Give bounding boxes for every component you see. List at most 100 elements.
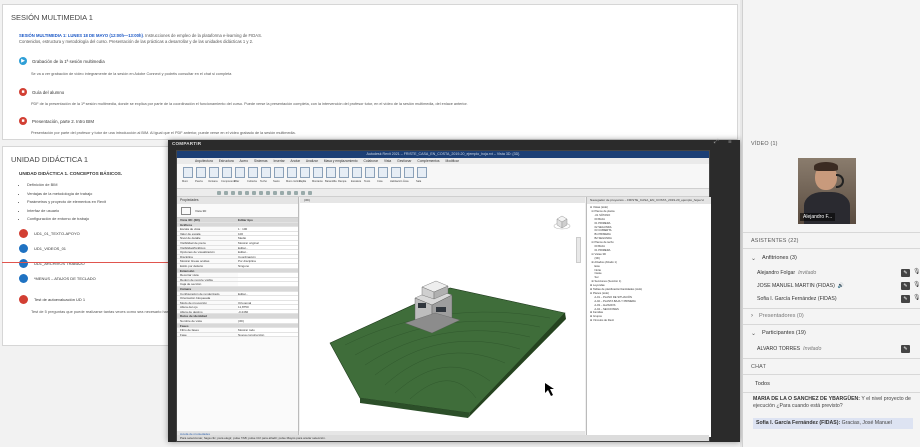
tab-modificar[interactable]: Modificar [445,159,458,163]
participants-section[interactable]: ⌄ Participantes (19) [743,327,920,339]
ribbon-tool-icon[interactable] [287,167,297,178]
toolbar-icon[interactable] [252,191,256,195]
options-bar [177,189,709,197]
fullscreen-icon[interactable]: ⤢ [714,139,719,146]
toolbar-icon[interactable] [280,191,284,195]
toolbar-icon[interactable] [217,191,221,195]
toolbar-icon[interactable] [259,191,263,195]
ribbon-tool-icon[interactable] [261,167,271,178]
chevron-down-icon: ⌄ [751,255,757,262]
unit-title: UNIDAD DIDÁCTICA 1. CONCEPTOS BÁSICOS. [19,171,123,176]
session-contents: Contenidos, estructura y metodología del… [19,39,254,44]
attendee-row[interactable]: JOSE MANUEL MARTIN (FIDAS) 🔊 [743,280,920,292]
ribbon-tool-label: Habitación [390,180,403,183]
presenter-video[interactable]: Alejandro F... [798,158,856,224]
ribbon-tool-label: Puerta [195,180,203,183]
toolbar-icon[interactable] [294,191,298,195]
tab-insertar[interactable]: Insertar [274,159,285,163]
ribbon-tool-icon[interactable] [248,167,258,178]
chat-message: Sofia I. García Fernández (FIDAS): Graci… [753,418,913,430]
chat-title: CHAT [751,364,767,370]
tab-analizar[interactable]: Analizar [306,159,318,163]
microphone-icon[interactable]: 🎙 [913,268,920,277]
edit-icon[interactable]: ✎ [901,295,910,303]
project-browser-title: Navegador de proyectos – FRISTE_CASA_EN_… [587,197,711,204]
activity-menus-atajos[interactable]: *MENUS – ATAJOS DE TECLADO [19,274,96,283]
ribbon-tool-icon[interactable] [365,167,375,178]
meeting-panel: VÍDEO (1) Alejandro F... ASISTENTES (22)… [742,0,920,447]
ribbon-tool-icon[interactable] [235,167,245,178]
activity-ud1-videos[interactable]: UD1_VIDEOS_01 [19,244,66,253]
toolbar-icon[interactable] [245,191,249,195]
quiz-icon [19,295,28,304]
activity-quiz[interactable]: Test de autoevaluación UD 1 [19,295,85,304]
microphone-icon[interactable]: 🎙 [913,281,920,290]
ribbon-tool-icon[interactable] [274,167,284,178]
chevron-down-icon: ⌄ [751,330,757,337]
menu-icon[interactable]: ≡ [728,139,732,145]
ribbon-tool-label: Rampa [338,180,347,183]
tab-anotar[interactable]: Anotar [290,159,300,163]
ribbon-tool-icon[interactable] [404,167,414,178]
pdf-icon: ■ [19,88,27,96]
ribbon-tool-icon[interactable] [391,167,401,178]
toolbar-icon[interactable] [287,191,291,195]
type-selector[interactable]: Vista 3D [177,204,298,218]
edit-icon[interactable]: ✎ [901,269,910,277]
ribbon-tool-icon[interactable] [326,167,336,178]
toolbar-icon[interactable] [266,191,270,195]
video-title: VÍDEO (1) [751,141,778,147]
ribbon-tool-label: Techo [260,180,267,183]
edit-icon[interactable]: ✎ [901,345,910,353]
toolbar-icon[interactable] [238,191,242,195]
activity-guide[interactable]: ■ Guía del alumno [19,88,64,96]
ribbon-tool-icon[interactable] [209,167,219,178]
ribbon-tool-icon[interactable] [300,167,310,178]
tab-acero[interactable]: Acero [239,159,248,163]
toolbar-icon[interactable] [301,191,305,195]
ribbon-tool-icon[interactable] [378,167,388,178]
tab-estructura[interactable]: Estructura [219,159,234,163]
toolbar-icon[interactable] [231,191,235,195]
ribbon-tool-icon[interactable] [183,167,193,178]
ribbon-tool-icon[interactable] [222,167,232,178]
tab-masa[interactable]: Masa y emplazamiento [324,159,358,163]
chat-tab-todos[interactable]: Todos [755,381,770,387]
microphone-icon[interactable]: 🎙 [913,294,920,303]
tab-gestionar[interactable]: Gestionar [397,159,411,163]
activity-ud1-archivos[interactable]: UD1_ARCHIVOS TRABAJO [19,259,85,268]
navigation-bar[interactable] [576,237,581,263]
attendee-row[interactable]: ALVARO TORRES Invitado [743,343,920,355]
hosts-section[interactable]: ⌄ Anfitriones (3) [743,252,920,264]
attendee-row[interactable]: Sofia I. García Fernández (FIDAS) [743,293,920,305]
tab-vista[interactable]: Vista [384,159,391,163]
property-row[interactable]: Fase Nueva construcción [177,332,298,338]
tab-arquitectura[interactable]: Arquitectura [195,159,213,163]
tab-colaborar[interactable]: Colaborar [364,159,378,163]
ribbon-tool-icon[interactable] [339,167,349,178]
activity-presentation[interactable]: ■ Presentación, parte 2. Intro BIM [19,117,94,125]
tab-complementos[interactable]: Complementos [417,159,439,163]
attendee-row[interactable]: Alejandro Folgar Invitado [743,267,920,279]
view-3d[interactable]: {3D} [300,197,585,437]
activity-recording[interactable]: ▶ Grabación de la 1ª sesión multimedia [19,57,105,65]
ribbon-tool-label: Área [403,180,409,183]
ribbon-tool-icon[interactable] [196,167,206,178]
presenters-section[interactable]: › Presentadores (0) [743,310,920,322]
ribbon-tool-icon[interactable] [417,167,427,178]
toolbar-icon[interactable] [224,191,228,195]
session-header: SESIÓN MULTIMEDIA 1 [11,13,93,22]
ribbon-tool-label: Suelo [273,180,280,183]
ribbon-tool-icon[interactable] [313,167,323,178]
viewcube[interactable] [553,213,571,231]
edit-icon[interactable]: ✎ [901,282,910,290]
activity-ud1-texto[interactable]: UD1_01_TEXTO-APOYO [19,229,80,238]
video-icon: ▶ [19,57,27,65]
pdf-icon: ■ [19,117,27,125]
tree-item[interactable]: ⊞ Vínculos de Revit [590,319,711,323]
toolbar-icon[interactable] [273,191,277,195]
ribbon-tool-icon[interactable] [352,167,362,178]
toolbar-icon[interactable] [308,191,312,195]
activity-guide-desc: PDF de la presentación de la 1ª sesión m… [31,102,468,106]
tab-sistemas[interactable]: Sistemas [254,159,268,163]
